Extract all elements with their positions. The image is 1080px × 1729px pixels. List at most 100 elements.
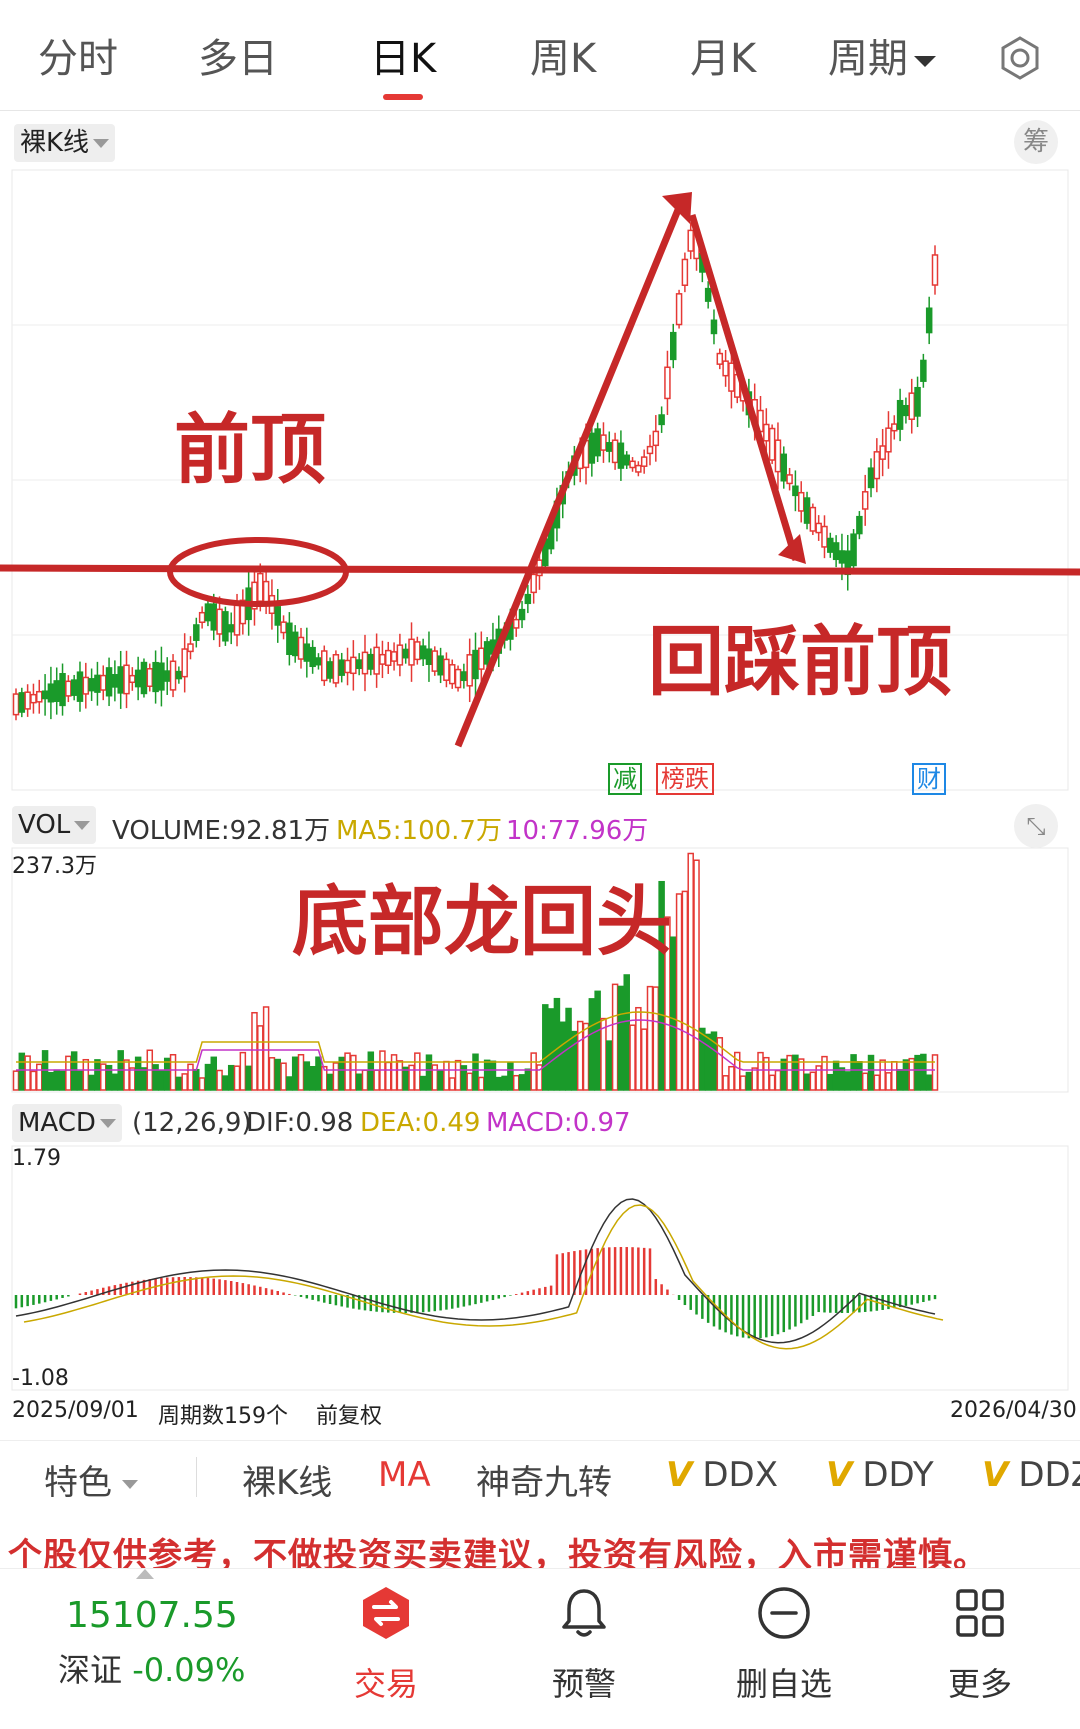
volume-bar [53,1069,60,1091]
nav-alert-label: 预警 [551,1665,616,1703]
candle-body [786,474,793,485]
candle-body [88,678,95,692]
volume-bar [105,1064,113,1091]
chevron-down-icon [122,1480,138,1489]
volume-bar [786,1054,793,1091]
candle-body [425,648,433,665]
tab-daily-k[interactable]: 日K [370,26,436,84]
vol-indicator-dropdown[interactable]: VOL [12,806,97,844]
candle-body [780,453,788,482]
candle-body [629,460,636,469]
candle-body [611,439,619,464]
event-tag-finance[interactable]: 财 [912,763,946,795]
candle-body [41,690,49,700]
volume-bar [710,1031,718,1091]
volume-bar [571,1030,578,1091]
adjust-mode[interactable]: 前复权 [316,1398,382,1430]
candle-body [536,559,543,577]
indicator-ddx[interactable]: V DDX [666,1455,778,1495]
volume-bar [751,1067,758,1091]
candle-body [873,451,881,480]
candle-body [268,594,276,615]
candle-body [745,391,753,416]
volume-bar [123,1059,130,1091]
volume-bar [355,1073,363,1091]
indicator-magic-nine[interactable]: 神奇九转 [476,1455,612,1504]
candle-body [239,599,247,625]
tab-weekly-k[interactable]: 周K [530,26,596,84]
candle-body [414,641,421,661]
volume-bar [169,1053,177,1091]
candle-body [710,319,718,335]
volume-bar [891,1061,898,1091]
candle-body [251,581,258,610]
candle-body [390,651,398,662]
tab-multi-day[interactable]: 多日 [198,26,278,84]
volume-bar [233,1065,241,1091]
macd-indicator-dropdown[interactable]: MACD [12,1104,122,1142]
candle-body [588,432,596,464]
kline-mode-dropdown[interactable]: 裸K线 [14,124,116,162]
volume-bar [687,852,694,1091]
nav-alert[interactable]: 预警 [504,1569,664,1729]
volume-bar [129,1067,136,1091]
candle-body [792,485,799,497]
indicator-naked-k[interactable]: 裸K线 [242,1455,332,1504]
period-tabs: 分时 多日 日K 周K 月K 周期 [0,0,1080,111]
chevron-up-icon[interactable] [136,1569,154,1579]
candle-body [722,360,729,377]
candle-body [338,659,345,676]
candle-body [664,366,671,400]
volume-bar [70,1051,78,1091]
volume-bar [914,1054,921,1091]
stock-chart[interactable] [0,0,1080,1440]
volume-bar [443,1060,450,1091]
volume-bar [861,1072,869,1091]
indicator-ddz-label: DDZ [1018,1455,1080,1495]
volume-bar [303,1061,311,1091]
index-value[interactable]: 15107.55 [66,1595,238,1636]
tab-monthly-k[interactable]: 月K [690,26,756,84]
event-tag-ranking[interactable]: 榜跌 [656,763,714,795]
expand-icon[interactable]: ⤡ [1014,804,1058,848]
candle-body [146,668,154,688]
indicator-ma[interactable]: MA [378,1455,431,1495]
minus-circle-icon [758,1587,810,1639]
nav-more[interactable]: 更多 [900,1569,1060,1729]
volume-bar [251,1011,258,1091]
settings-icon[interactable] [998,36,1042,80]
volume-bar [733,1051,741,1091]
chevron-down-icon [74,821,91,830]
candle-body [466,654,473,687]
candle-body [274,606,281,626]
tab-period-dropdown[interactable]: 周期 [828,26,936,84]
candle-body [518,608,526,621]
tab-period-label: 周期 [828,36,908,82]
volume-bar [99,1063,107,1091]
candle-body [728,362,735,392]
indicator-featured[interactable]: 特色 [44,1455,138,1504]
volume-bar [117,1050,124,1091]
candle-body [733,373,741,398]
tab-intraday[interactable]: 分时 [38,26,118,84]
candle-body [105,667,113,697]
volume-bar [815,1065,822,1091]
volume-bar [844,1071,852,1091]
candle-body [838,550,846,564]
annotation-pattern: 底部龙回头 [292,877,672,966]
nav-remove-watchlist[interactable]: 删自选 [704,1569,864,1729]
volume-bar [268,1057,276,1091]
candle-body [891,423,898,432]
candle-body [227,624,235,633]
volume-bar [920,1053,927,1091]
nav-trade[interactable]: 交易 [306,1569,466,1729]
indicator-ddz[interactable]: VDDZ [982,1455,1080,1495]
candle-body [396,644,404,666]
candle-body [245,587,252,621]
chip-distribution-button[interactable]: 筹 [1014,120,1058,164]
event-tag-reduce[interactable]: 减 [608,763,642,795]
indicator-ddy[interactable]: V DDY [826,1455,934,1495]
candle-body [169,660,177,691]
index-quote[interactable]: 深证 -0.09% [58,1645,245,1691]
volume-bar [181,1073,188,1091]
